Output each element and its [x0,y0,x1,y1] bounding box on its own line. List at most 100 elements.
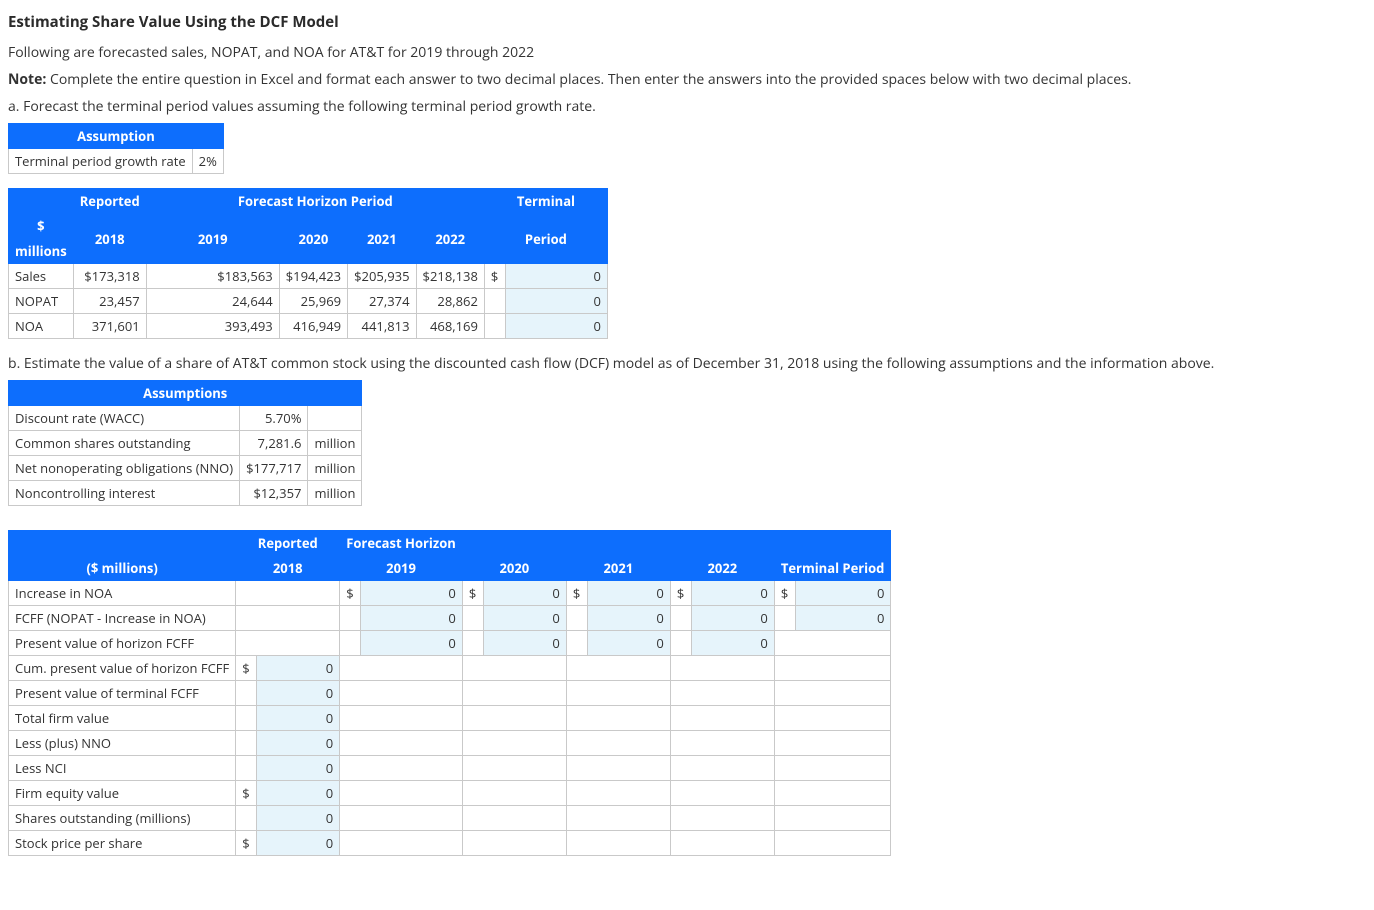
t3-totfirm-2018-i[interactable]: 0 [257,706,340,731]
t3-row-shares: Shares outstanding (millions) 0 [9,806,891,831]
assump-shares-label: Common shares outstanding [9,431,240,456]
t3-incnoa-term-i[interactable]: 0 [795,581,891,606]
t3-pvhoriz-2019-i[interactable]: 0 [361,631,463,656]
assump-nci-val: $12,357 [240,481,308,506]
t3-fcff-2021-i[interactable]: 0 [587,606,670,631]
t3-hdr-reported: Reported [236,531,340,556]
t1-noa-term-input[interactable]: 0 [505,314,607,339]
t3-hdr-2021blank [566,531,670,556]
t3-pvterm-label: Present value of terminal FCFF [9,681,236,706]
t1-y2021: 2021 [348,214,416,264]
t1-noa-label: NOA [9,314,74,339]
t1-sales-label: Sales [9,264,74,289]
t3-pvhoriz-2021-i[interactable]: 0 [587,631,670,656]
t1-period: Period [484,214,607,264]
assumption-label: Terminal period growth rate [9,149,193,174]
assump-shares-unit: million [308,431,362,456]
t1-nopat-2018: 23,457 [73,289,146,314]
t3-row-lessnno: Less (plus) NNO 0 [9,731,891,756]
t3-fcff-term-i[interactable]: 0 [795,606,891,631]
t3-row-lessnci: Less NCI 0 [9,756,891,781]
t3-price-2018-d: $ [236,831,257,856]
t3-y2018: 2018 [236,556,340,581]
t3-shares-2018-i[interactable]: 0 [257,806,340,831]
assump-nci-unit: million [308,481,362,506]
t1-noa-term-dollar [484,314,505,339]
page-title: Estimating Share Value Using the DCF Mod… [8,12,1366,32]
t3-row-totfirm: Total firm value 0 [9,706,891,731]
t3-lessnci-2018-i[interactable]: 0 [257,756,340,781]
t3-row-equity: Firm equity value $ 0 [9,781,891,806]
t3-y2019: 2019 [340,556,463,581]
t3-pvterm-2018-i[interactable]: 0 [257,681,340,706]
t3-incnoa-2020-i[interactable]: 0 [483,581,566,606]
t3-equity-label: Firm equity value [9,781,236,806]
t1-noa-2019: 393,493 [146,314,279,339]
assumption-header: Assumption [9,124,224,149]
t3-pvhoriz-label: Present value of horizon FCFF [9,631,236,656]
t3-row-cumpv: Cum. present value of horizon FCFF $ 0 [9,656,891,681]
t1-sales-2022: $218,138 [416,264,484,289]
t3-pvhoriz-2020-i[interactable]: 0 [483,631,566,656]
t3-fcff-2019-i[interactable]: 0 [361,606,463,631]
t3-row-fcff: FCFF (NOPAT - Increase in NOA) 0 0 0 0 0 [9,606,891,631]
t3-incnoa-2022-i[interactable]: 0 [691,581,774,606]
t1-nopat-2019: 24,644 [146,289,279,314]
t1-row-sales: Sales $173,318 $183,563 $194,423 $205,93… [9,264,608,289]
assump-nci-label: Noncontrolling interest [9,481,240,506]
t1-nopat-label: NOPAT [9,289,74,314]
t1-nopat-term-dollar [484,289,505,314]
assump-shares-val: 7,281.6 [240,431,308,456]
assump-nno-val: $177,717 [240,456,308,481]
t1-sales-term-dollar: $ [484,264,505,289]
t1-nopat-2022: 28,862 [416,289,484,314]
t1-sales-2021: $205,935 [348,264,416,289]
t3-fcff-2022-i[interactable]: 0 [691,606,774,631]
t1-col0a: $ [9,214,74,239]
t1-noa-2021: 441,813 [348,314,416,339]
t3-lessnci-label: Less NCI [9,756,236,781]
t3-incnoa-2021-d: $ [566,581,587,606]
t3-fcff-2020-i[interactable]: 0 [483,606,566,631]
part-b-text: b. Estimate the value of a share of AT&T… [8,353,1366,374]
t3-totfirm-label: Total firm value [9,706,236,731]
assumptions-table: Assumptions Discount rate (WACC) 5.70% C… [8,380,362,506]
t1-noa-2020: 416,949 [279,314,347,339]
t3-hdr-forecast: Forecast Horizon [340,531,463,556]
t3-cumpv-2018-d: $ [236,656,257,681]
assumption-value: 2% [192,149,223,174]
t3-fcff-label: FCFF (NOPAT - Increase in NOA) [9,606,236,631]
note-text: Complete the entire question in Excel an… [46,70,1131,89]
t3-incnoa-2020-d: $ [462,581,483,606]
t3-incnoa-term-d: $ [774,581,795,606]
t3-y2020: 2020 [462,556,566,581]
intro-line-1: Following are forecasted sales, NOPAT, a… [8,42,1366,63]
t1-hdr-reported: Reported [73,189,146,214]
t1-noa-2018: 371,601 [73,314,146,339]
t1-sales-term-input[interactable]: 0 [505,264,607,289]
t1-hdr-terminal: Terminal [484,189,607,214]
assump-nno-unit: million [308,456,362,481]
t1-hdr-blank [9,189,74,214]
t1-hdr-horizon: Forecast Horizon Period [146,189,484,214]
t3-price-2018-i[interactable]: 0 [257,831,340,856]
t3-price-label: Stock price per share [9,831,236,856]
t3-pvhoriz-2022-i[interactable]: 0 [691,631,774,656]
t3-lessnno-label: Less (plus) NNO [9,731,236,756]
note-line: Note: Complete the entire question in Ex… [8,69,1366,90]
t1-y2019: 2019 [146,214,279,264]
t1-y2022: 2022 [416,214,484,264]
t3-equity-2018-i[interactable]: 0 [257,781,340,806]
t3-incnoa-2019-d: $ [340,581,361,606]
t1-sales-2018: $173,318 [73,264,146,289]
t1-nopat-term-input[interactable]: 0 [505,289,607,314]
t3-shares-label: Shares outstanding (millions) [9,806,236,831]
t3-cumpv-2018-i[interactable]: 0 [257,656,340,681]
assumption-table: Assumption Terminal period growth rate 2… [8,123,224,174]
t3-y2022: 2022 [670,556,774,581]
t3-lessnno-2018-i[interactable]: 0 [257,731,340,756]
t3-incnoa-2019-i[interactable]: 0 [361,581,463,606]
t1-row-nopat: NOPAT 23,457 24,644 25,969 27,374 28,862… [9,289,608,314]
t3-incnoa-2021-i[interactable]: 0 [587,581,670,606]
t1-y2018: 2018 [73,214,146,264]
